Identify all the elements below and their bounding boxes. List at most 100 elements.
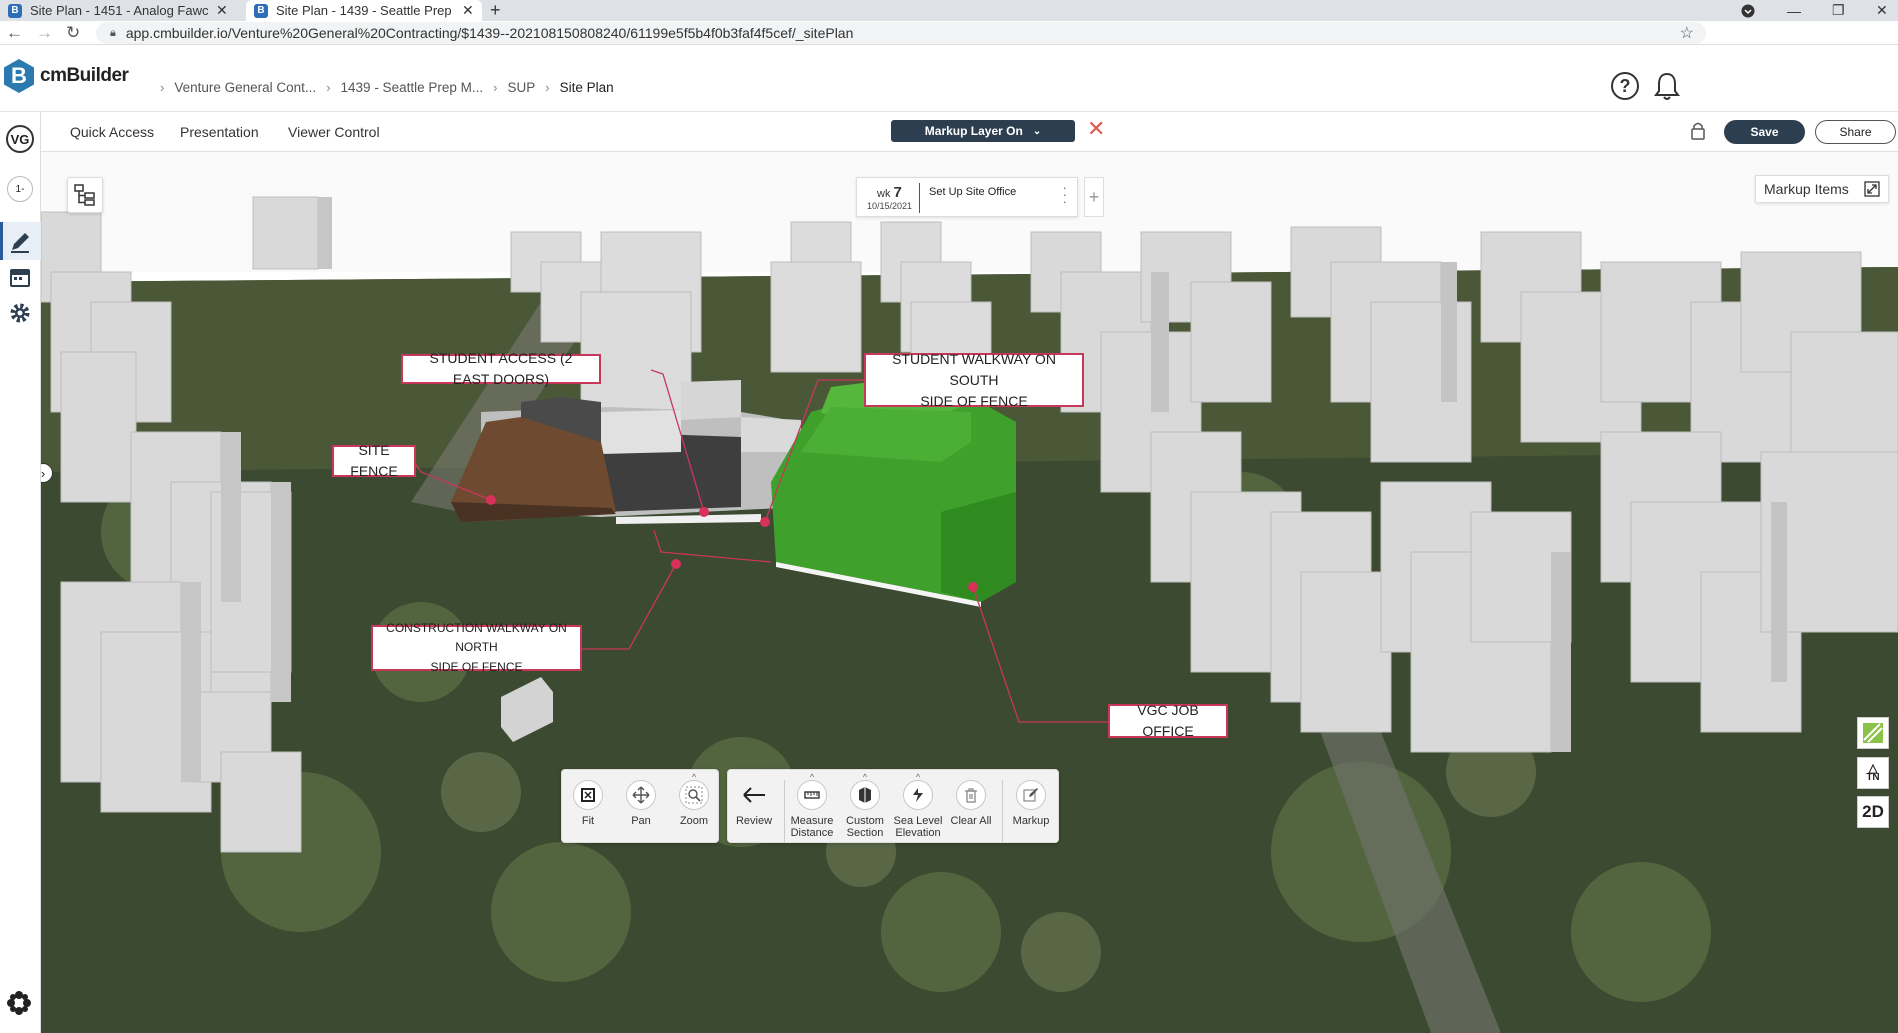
markup-toolbar: Review ^ Measure Distance ^ Custom Section… bbox=[727, 769, 1059, 843]
fit-icon bbox=[581, 788, 595, 802]
pencil-icon bbox=[1023, 788, 1038, 802]
breadcrumb: › Venture General Cont... › 1439 - Seatt… bbox=[160, 80, 614, 95]
viewer-toolbar: Quick Access Presentation Viewer Control… bbox=[41, 112, 1898, 152]
cmbuilder-favicon-icon: B bbox=[254, 3, 268, 18]
callout-construction-walkway[interactable]: CONSTRUCTION WALKWAY ON NORTH SIDE OF FE… bbox=[371, 621, 582, 674]
schedule-card[interactable]: wk 7 10/15/2021 Set Up Site Office · · · bbox=[856, 177, 1078, 217]
lock-icon: 🔒︎ bbox=[110, 26, 116, 39]
left-rail: VG 1- bbox=[0, 112, 41, 1033]
settings-gear-icon[interactable] bbox=[5, 298, 35, 328]
chevron-up-icon: ^ bbox=[915, 772, 921, 782]
reload-icon[interactable]: ↻ bbox=[66, 23, 80, 43]
calendar-icon[interactable] bbox=[5, 262, 35, 292]
chevron-right-icon: › bbox=[545, 80, 550, 95]
profile-icon[interactable] bbox=[1741, 0, 1755, 21]
url-text: app.cmbuilder.io/Venture%20General%20Con… bbox=[125, 25, 854, 41]
markup-layer-label: Markup Layer On bbox=[924, 124, 1023, 138]
fit-tool[interactable]: Fit bbox=[562, 780, 614, 827]
chevron-down-icon: ⌄ bbox=[1032, 125, 1042, 137]
menu-presentation[interactable]: Presentation bbox=[180, 124, 259, 140]
measure-icon bbox=[804, 791, 820, 799]
chevron-right-icon: › bbox=[160, 80, 165, 95]
close-window-icon[interactable]: ✕ bbox=[1876, 0, 1888, 21]
close-tab-icon[interactable]: ✕ bbox=[462, 2, 474, 19]
sea-level-elevation-tool[interactable]: ^ Sea Level Elevation bbox=[892, 772, 944, 839]
zoom-tool[interactable]: ^ Zoom bbox=[668, 772, 720, 827]
callout-site-fence[interactable]: SITE FENCE bbox=[332, 442, 416, 479]
bookmark-star-icon[interactable]: ☆ bbox=[1680, 23, 1694, 43]
custom-section-tool[interactable]: ^ Custom Section bbox=[839, 772, 891, 839]
measure-distance-tool[interactable]: ^ Measure Distance bbox=[786, 772, 838, 839]
clear-all-tool[interactable]: Clear All bbox=[945, 780, 997, 827]
new-tab-icon[interactable]: + bbox=[490, 0, 501, 20]
browser-tab-2[interactable]: B Site Plan - 1439 - Seattle Prep Mi ✕ bbox=[246, 0, 482, 21]
close-markup-icon[interactable]: ✕ bbox=[1087, 116, 1105, 142]
restore-window-icon[interactable]: ❐ bbox=[1832, 0, 1845, 21]
chevron-up-icon: ^ bbox=[691, 772, 697, 782]
breadcrumb-project[interactable]: 1439 - Seattle Prep M... bbox=[341, 80, 484, 95]
north-arrow-button[interactable]: △ TN bbox=[1857, 757, 1889, 789]
breadcrumb-company[interactable]: Venture General Cont... bbox=[174, 80, 316, 95]
help-icon[interactable]: ? bbox=[1610, 71, 1640, 101]
scene-canvas bbox=[41, 152, 1898, 1033]
callout-student-walkway[interactable]: STUDENT WALKWAY ON SOUTH SIDE OF FENCE bbox=[864, 351, 1084, 409]
review-tool[interactable]: Review bbox=[728, 780, 780, 827]
model-tree-button[interactable] bbox=[67, 177, 103, 213]
cmbuilder-logo-icon: B bbox=[4, 59, 34, 93]
menu-quick-access[interactable]: Quick Access bbox=[70, 124, 154, 140]
map-layer-button[interactable] bbox=[1857, 717, 1889, 749]
project-badge[interactable]: 1- bbox=[5, 174, 35, 204]
section-box-icon bbox=[859, 787, 871, 803]
menu-viewer-control[interactable]: Viewer Control bbox=[288, 124, 380, 140]
week-indicator: wk 7 bbox=[877, 184, 902, 201]
markup-tool[interactable]: Markup bbox=[1005, 780, 1057, 827]
trash-icon bbox=[965, 788, 977, 803]
toolbar-separator bbox=[784, 780, 785, 842]
elevation-icon bbox=[913, 788, 923, 802]
zoom-icon bbox=[685, 786, 703, 804]
model-tree-icon bbox=[74, 184, 95, 206]
navigation-toolbar: Fit Pan ^ Zoom bbox=[561, 769, 719, 843]
brand-name: cmBuilder bbox=[40, 65, 129, 86]
breadcrumb-phase[interactable]: SUP bbox=[507, 80, 535, 95]
browser-tab-title: Site Plan - 1451 - Analog Fawcett bbox=[30, 3, 208, 18]
browser-tab-1[interactable]: B Site Plan - 1451 - Analog Fawcett ✕ bbox=[0, 0, 236, 21]
markup-layer-dropdown[interactable]: Markup Layer On ⌄ bbox=[891, 120, 1075, 142]
markup-pen-icon[interactable] bbox=[5, 227, 35, 257]
minimize-window-icon[interactable]: — bbox=[1787, 0, 1801, 21]
callout-vgc-job-office[interactable]: VGC JOB OFFICE bbox=[1108, 702, 1228, 739]
cmbuilder-logo[interactable]: B cmBuilder bbox=[4, 59, 129, 93]
browser-tab-strip: B Site Plan - 1451 - Analog Fawcett ✕ B … bbox=[0, 0, 1898, 21]
forward-arrow-icon[interactable]: → bbox=[36, 23, 53, 43]
app-header: B cmBuilder › Venture General Cont... › … bbox=[0, 45, 1898, 112]
view-mode-toggle[interactable]: 2D bbox=[1857, 796, 1889, 828]
url-field[interactable]: 🔒︎ app.cmbuilder.io/Venture%20General%20… bbox=[96, 22, 1706, 44]
schedule-date: 10/15/2021 bbox=[867, 201, 913, 211]
pan-icon bbox=[632, 786, 650, 804]
address-bar-row: ← → ↻ 🔒︎ app.cmbuilder.io/Venture%20Gene… bbox=[0, 21, 1898, 45]
more-options-icon[interactable]: · · · bbox=[1063, 181, 1067, 208]
apps-menu-icon[interactable] bbox=[6, 990, 32, 1016]
callout-student-access[interactable]: STUDENT ACCESS (2 EAST DOORS) bbox=[401, 350, 601, 387]
user-avatar[interactable]: VG bbox=[5, 124, 35, 154]
pan-tool[interactable]: Pan bbox=[615, 780, 667, 827]
schedule-divider bbox=[919, 183, 920, 213]
save-button[interactable]: Save bbox=[1724, 120, 1805, 144]
share-button[interactable]: Share bbox=[1815, 120, 1896, 144]
breadcrumb-current: Site Plan bbox=[559, 80, 614, 95]
chevron-right-icon: › bbox=[326, 80, 331, 95]
markup-items-button[interactable]: Markup Items bbox=[1755, 175, 1889, 203]
map-layer-icon bbox=[1863, 723, 1883, 743]
expand-icon bbox=[1864, 181, 1880, 197]
add-schedule-button[interactable]: + bbox=[1084, 177, 1104, 217]
close-tab-icon[interactable]: ✕ bbox=[216, 2, 228, 19]
markup-items-label: Markup Items bbox=[1764, 181, 1849, 197]
lock-icon[interactable] bbox=[1689, 121, 1707, 141]
toolbar-separator bbox=[1002, 780, 1003, 842]
site-plan-3d-viewer[interactable]: wk 7 10/15/2021 Set Up Site Office · · · +… bbox=[41, 152, 1898, 1033]
back-arrow-icon bbox=[743, 787, 765, 803]
chevron-right-icon: › bbox=[493, 80, 498, 95]
chevron-up-icon: ^ bbox=[862, 772, 868, 782]
back-arrow-icon[interactable]: ← bbox=[6, 23, 23, 43]
notification-bell-icon[interactable] bbox=[1652, 71, 1682, 101]
